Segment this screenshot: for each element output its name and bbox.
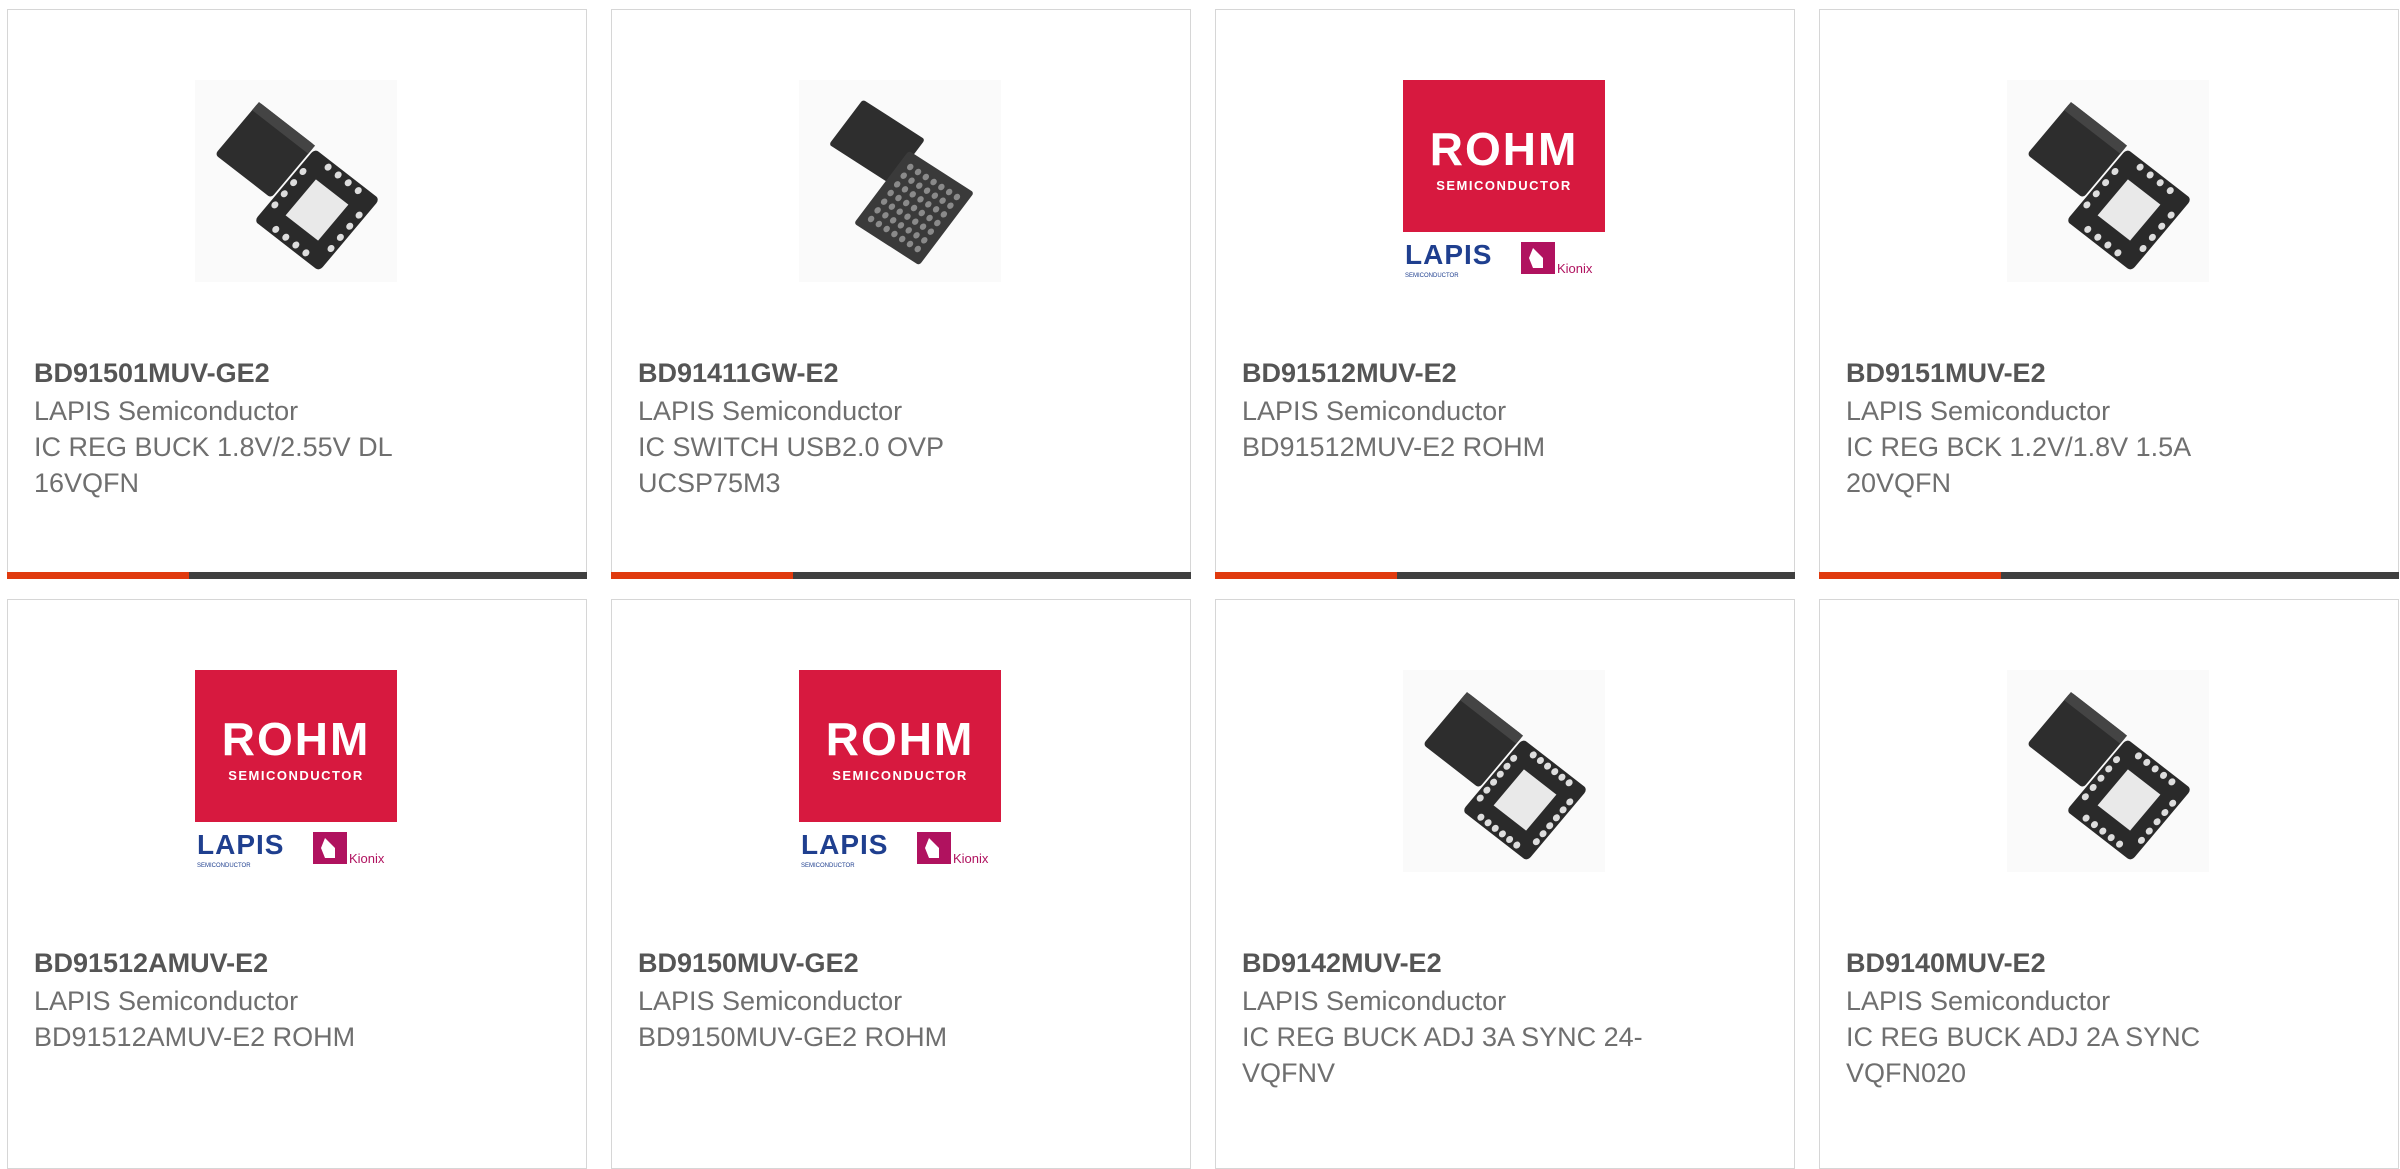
part-number[interactable]: BD91512AMUV-E2 bbox=[34, 945, 268, 981]
product-description: IC SWITCH USB2.0 OVP UCSP75M3 bbox=[638, 432, 944, 498]
product-card[interactable]: ROHM SEMICONDUCTOR LAPIS SEMICONDUCTOR K… bbox=[1215, 9, 1795, 579]
part-number[interactable]: BD9150MUV-GE2 bbox=[638, 945, 859, 981]
product-description: IC REG BCK 1.2V/1.8V 1.5A 20VQFN bbox=[1846, 432, 2190, 498]
part-number[interactable]: BD91512MUV-E2 bbox=[1242, 355, 1457, 391]
svg-text:LAPIS: LAPIS bbox=[801, 829, 888, 860]
manufacturer-name: LAPIS Semiconductor bbox=[1242, 986, 1507, 1016]
card-progress-bar bbox=[1215, 572, 1795, 579]
product-card[interactable]: ROHM SEMICONDUCTOR LAPIS SEMICONDUCTOR K… bbox=[7, 599, 587, 1169]
product-image[interactable] bbox=[195, 80, 397, 282]
card-bar-accent bbox=[611, 572, 793, 579]
part-number[interactable]: BD9140MUV-E2 bbox=[1846, 945, 2046, 981]
card-bar-accent bbox=[7, 572, 189, 579]
svg-text:ROHM: ROHM bbox=[222, 713, 371, 765]
manufacturer-name: LAPIS Semiconductor bbox=[1242, 396, 1507, 426]
svg-text:SEMICONDUCTOR: SEMICONDUCTOR bbox=[1405, 273, 1459, 279]
manufacturer-name: LAPIS Semiconductor bbox=[1846, 396, 2111, 426]
product-image[interactable] bbox=[1403, 670, 1605, 872]
svg-text:ROHM: ROHM bbox=[826, 713, 975, 765]
product-image[interactable]: ROHM SEMICONDUCTOR LAPIS SEMICONDUCTOR K… bbox=[1403, 80, 1605, 282]
svg-text:LAPIS: LAPIS bbox=[197, 829, 284, 860]
product-card[interactable]: BD9142MUV-E2 LAPIS Semiconductor IC REG … bbox=[1215, 599, 1795, 1169]
product-card[interactable]: BD9140MUV-E2 LAPIS Semiconductor IC REG … bbox=[1819, 599, 2399, 1169]
product-description: IC REG BUCK ADJ 3A SYNC 24-VQFNV bbox=[1242, 1022, 1643, 1088]
product-image[interactable]: ROHM SEMICONDUCTOR LAPIS SEMICONDUCTOR K… bbox=[195, 670, 397, 872]
card-progress-bar bbox=[611, 572, 1191, 579]
svg-text:Kionix: Kionix bbox=[1557, 261, 1593, 276]
product-grid: BD91501MUV-GE2 LAPIS Semiconductor IC RE… bbox=[7, 9, 2399, 1169]
svg-text:LAPIS: LAPIS bbox=[1405, 239, 1492, 270]
card-progress-bar bbox=[7, 572, 587, 579]
product-image[interactable] bbox=[2007, 80, 2209, 282]
card-bar-accent bbox=[1819, 572, 2001, 579]
svg-text:SEMICONDUCTOR: SEMICONDUCTOR bbox=[801, 863, 855, 869]
card-progress-bar bbox=[1819, 572, 2399, 579]
qfn-20-chip-icon bbox=[2007, 670, 2209, 872]
svg-text:SEMICONDUCTOR: SEMICONDUCTOR bbox=[832, 768, 968, 783]
rohm-logo: ROHM SEMICONDUCTOR LAPIS SEMICONDUCTOR K… bbox=[1403, 80, 1605, 279]
product-description: BD91512AMUV-E2 ROHM bbox=[34, 1022, 356, 1052]
manufacturer-name: LAPIS Semiconductor bbox=[1846, 986, 2111, 1016]
qfn-24-chip-icon bbox=[1403, 670, 1605, 872]
part-number[interactable]: BD91411GW-E2 bbox=[638, 355, 839, 391]
product-card[interactable]: BD91501MUV-GE2 LAPIS Semiconductor IC RE… bbox=[7, 9, 587, 579]
part-number[interactable]: BD9151MUV-E2 bbox=[1846, 355, 2046, 391]
product-description: IC REG BUCK 1.8V/2.55V DL 16VQFN bbox=[34, 432, 392, 498]
product-card[interactable]: BD9151MUV-E2 LAPIS Semiconductor IC REG … bbox=[1819, 9, 2399, 579]
svg-text:ROHM: ROHM bbox=[1430, 123, 1579, 175]
bga-chip-icon bbox=[799, 80, 1001, 282]
rohm-logo: ROHM SEMICONDUCTOR LAPIS SEMICONDUCTOR K… bbox=[799, 670, 1001, 869]
svg-text:SEMICONDUCTOR: SEMICONDUCTOR bbox=[228, 768, 364, 783]
product-description: BD9150MUV-GE2 ROHM bbox=[638, 1022, 948, 1052]
qfn-16-chip-icon bbox=[2007, 80, 2209, 282]
manufacturer-name: LAPIS Semiconductor bbox=[638, 396, 903, 426]
qfn-16-chip-icon bbox=[195, 80, 397, 282]
svg-text:Kionix: Kionix bbox=[349, 851, 385, 866]
part-number[interactable]: BD91501MUV-GE2 bbox=[34, 355, 270, 391]
product-image[interactable] bbox=[2007, 670, 2209, 872]
product-description: BD91512MUV-E2 ROHM bbox=[1242, 432, 1546, 462]
product-image[interactable]: ROHM SEMICONDUCTOR LAPIS SEMICONDUCTOR K… bbox=[799, 670, 1001, 872]
manufacturer-name: LAPIS Semiconductor bbox=[638, 986, 903, 1016]
card-bar-accent bbox=[1215, 572, 1397, 579]
product-description: IC REG BUCK ADJ 2A SYNC VQFN020 bbox=[1846, 1022, 2201, 1088]
manufacturer-name: LAPIS Semiconductor bbox=[34, 396, 299, 426]
svg-text:SEMICONDUCTOR: SEMICONDUCTOR bbox=[1436, 178, 1572, 193]
product-card[interactable]: BD91411GW-E2 LAPIS Semiconductor IC SWIT… bbox=[611, 9, 1191, 579]
product-image[interactable] bbox=[799, 80, 1001, 282]
product-card[interactable]: ROHM SEMICONDUCTOR LAPIS SEMICONDUCTOR K… bbox=[611, 599, 1191, 1169]
part-number[interactable]: BD9142MUV-E2 bbox=[1242, 945, 1442, 981]
svg-text:SEMICONDUCTOR: SEMICONDUCTOR bbox=[197, 863, 251, 869]
rohm-logo: ROHM SEMICONDUCTOR LAPIS SEMICONDUCTOR K… bbox=[195, 670, 397, 869]
manufacturer-name: LAPIS Semiconductor bbox=[34, 986, 299, 1016]
svg-text:Kionix: Kionix bbox=[953, 851, 989, 866]
